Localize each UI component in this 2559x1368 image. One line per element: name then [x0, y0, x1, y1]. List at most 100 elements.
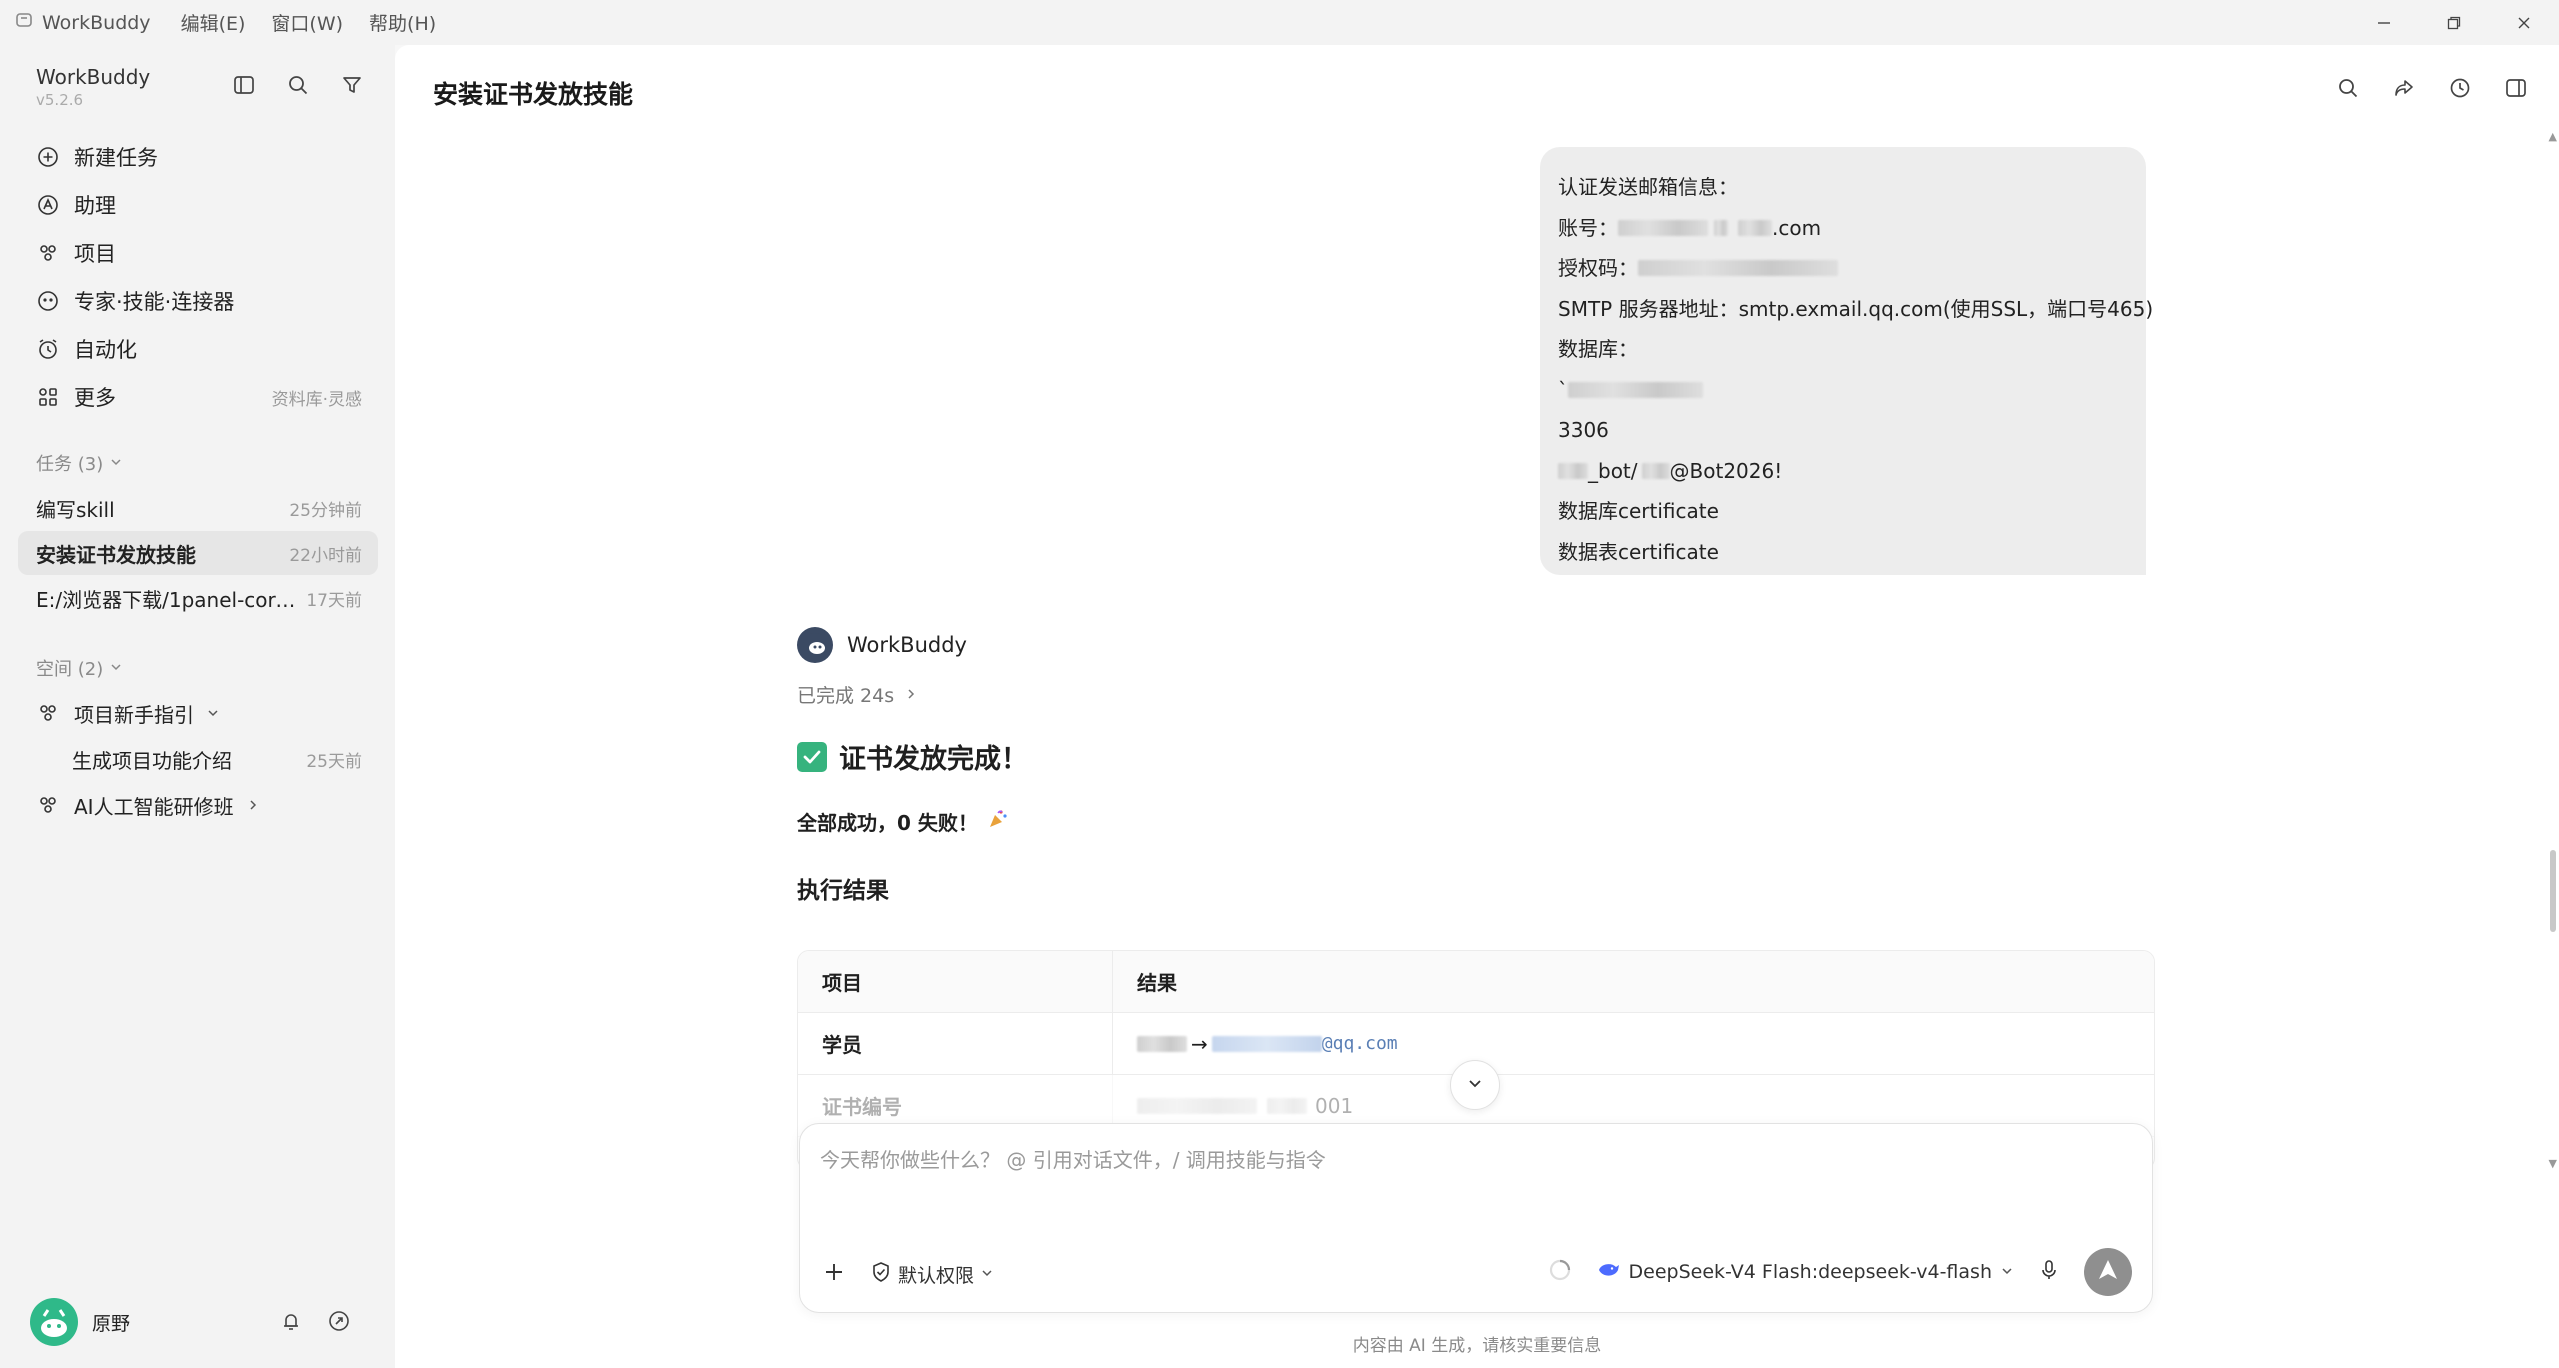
heading-text: 证书发放完成！ [839, 744, 1028, 775]
menu-help[interactable]: 帮助(H) [369, 9, 436, 36]
nav-label: 自动化 [74, 338, 137, 362]
nav-label: 助理 [74, 194, 116, 218]
menu-edit[interactable]: 编辑(E) [181, 9, 246, 36]
brand: WorkBuddy v5.2.6 [36, 65, 150, 109]
chevron-down-icon [109, 453, 123, 474]
task-item[interactable]: 编写skill 25分钟前 [18, 486, 378, 530]
brand-name: WorkBuddy [36, 65, 151, 89]
search-icon[interactable] [2333, 73, 2363, 103]
scrollbar-thumb[interactable] [2550, 850, 2556, 932]
assistant-name: WorkBuddy [847, 633, 967, 657]
cred-pass: @Bot2026! [1669, 458, 1783, 483]
redacted-text [1558, 462, 1588, 479]
history-icon[interactable] [2445, 73, 2475, 103]
user-message-bubble: 认证发送邮箱信息： 账号： .com 授权码： SMTP 服务器地址：smtp.… [1540, 147, 2154, 575]
toggle-sidebar-icon[interactable] [230, 71, 258, 99]
scroll-down-arrow-icon[interactable]: ▼ [2549, 1157, 2557, 1170]
task-list: 编写skill 25分钟前 安装证书发放技能 22小时前 E:/浏览器下载/1p… [18, 486, 378, 621]
space-item[interactable]: AI人工智能研修班 [18, 781, 378, 829]
task-item[interactable]: E:/浏览器下载/1panel-cordy... 17天前 [18, 576, 378, 620]
filter-icon[interactable] [338, 71, 366, 99]
permission-label: 默认权限 [898, 1264, 975, 1287]
redacted-text [1137, 1035, 1187, 1052]
run-status: 已完成 24s [797, 685, 895, 707]
model-selector[interactable]: DeepSeek-V4 Flash:deepseek-v4-flash [1597, 1260, 2014, 1285]
run-status-toggle[interactable]: 已完成 24s [797, 681, 918, 708]
nav-label: 专家·技能·连接器 [74, 290, 235, 314]
app-title: WorkBuddy [16, 11, 151, 34]
clock-icon [36, 337, 64, 361]
restore-icon[interactable] [2419, 0, 2489, 45]
authcode-label: 授权码： [1558, 256, 1638, 281]
nav-label: 新建任务 [74, 146, 158, 170]
space-title: 项目新手指引 [74, 702, 194, 727]
chat-scrollbar[interactable]: ▲ ▼ [2545, 130, 2559, 1170]
space-list: 项目新手指引 生成项目功能介绍 25天前 AI人工智能研修班 [18, 689, 378, 829]
panel-toggle-icon[interactable] [2501, 73, 2531, 103]
message-composer[interactable]: 今天帮你做些什么？ @ 引用对话文件，/ 调用技能与指令 默认权限 DeepSe… [799, 1123, 2153, 1313]
permission-selector[interactable]: 默认权限 [870, 1261, 994, 1288]
assistant-avatar [797, 627, 833, 663]
task-time: 25分钟前 [289, 500, 362, 521]
assistant-header: WorkBuddy [797, 627, 967, 663]
add-attachment-icon[interactable] [822, 1260, 846, 1288]
tasks-section-toggle[interactable]: 任务 (3) [36, 450, 123, 476]
space-child-time: 25天前 [306, 751, 362, 772]
menu-window[interactable]: 窗口(W) [271, 9, 343, 36]
task-title: E:/浏览器下载/1panel-cordy... [36, 587, 296, 612]
task-time: 22小时前 [289, 545, 362, 566]
db-prefix: ` [1558, 377, 1568, 402]
message-line: SMTP 服务器地址：smtp.exmail.qq.com(使用SSL，端口号4… [1558, 296, 2154, 321]
main-nav: 新建任务 助理 项目 专家·技能·连接器 自动化 更多 资料库·灵感 [18, 133, 378, 421]
nav-more[interactable]: 更多 资料库·灵感 [18, 373, 378, 421]
app-name: WorkBuddy [42, 11, 151, 34]
space-child-title: 生成项目功能介绍 [72, 748, 232, 773]
redacted-text [1568, 381, 1703, 398]
share-icon[interactable] [2389, 73, 2419, 103]
message-line: 3306 [1558, 418, 1609, 443]
minimize-icon[interactable] [2349, 0, 2419, 45]
chevron-down-icon [1465, 1073, 1485, 1097]
bell-icon[interactable] [280, 1310, 302, 1336]
microphone-icon[interactable] [2038, 1259, 2060, 1285]
redacted-text [1137, 1097, 1257, 1114]
nav-new-task[interactable]: 新建任务 [18, 133, 378, 181]
page-title: 安装证书发放技能 [433, 80, 634, 109]
nav-automation[interactable]: 自动化 [18, 325, 378, 373]
task-title: 安装证书发放技能 [36, 542, 196, 567]
spaces-section-toggle[interactable]: 空间 (2) [36, 655, 123, 681]
account-label: 账号： [1558, 215, 1618, 240]
space-item[interactable]: 项目新手指引 [18, 689, 378, 737]
space-child-item[interactable]: 生成项目功能介绍 25天前 [18, 737, 378, 781]
chevron-down-icon [109, 658, 123, 679]
user-profile[interactable]: 原野 [30, 1298, 130, 1346]
scroll-to-bottom-button[interactable] [1450, 1060, 1500, 1110]
redacted-text [1714, 219, 1728, 236]
avatar [30, 1298, 78, 1346]
nav-projects[interactable]: 项目 [18, 229, 378, 277]
redacted-text [1267, 1097, 1307, 1114]
chevron-down-icon[interactable] [206, 701, 220, 725]
nav-assistant[interactable]: 助理 [18, 181, 378, 229]
loading-spinner-icon [1547, 1257, 1573, 1287]
redacted-text [1618, 219, 1708, 236]
composer-placeholder[interactable]: 今天帮你做些什么？ @ 引用对话文件，/ 调用技能与指令 [820, 1144, 1326, 1173]
close-icon[interactable] [2489, 0, 2559, 45]
scroll-up-arrow-icon[interactable]: ▲ [2549, 130, 2557, 143]
nav-experts[interactable]: 专家·技能·连接器 [18, 277, 378, 325]
task-item-active[interactable]: 安装证书发放技能 22小时前 [18, 531, 378, 575]
message-line-account: 账号： .com [1558, 208, 2128, 249]
project-icon [36, 241, 64, 265]
nav-label: 项目 [74, 242, 116, 266]
message-line-credentials: _bot/ @Bot2026! [1558, 451, 2128, 492]
send-button[interactable] [2084, 1248, 2132, 1296]
chevron-down-icon [2000, 1261, 2014, 1283]
party-popper-icon [986, 807, 1010, 836]
arrow-text: → [1191, 1031, 1208, 1056]
link-icon[interactable] [328, 1310, 350, 1336]
space-title: AI人工智能研修班 [74, 794, 234, 819]
table-cell: 学员 [798, 1013, 1113, 1074]
search-icon[interactable] [284, 71, 312, 99]
send-arrow-icon [2095, 1257, 2121, 1287]
chevron-right-icon[interactable] [246, 793, 260, 817]
